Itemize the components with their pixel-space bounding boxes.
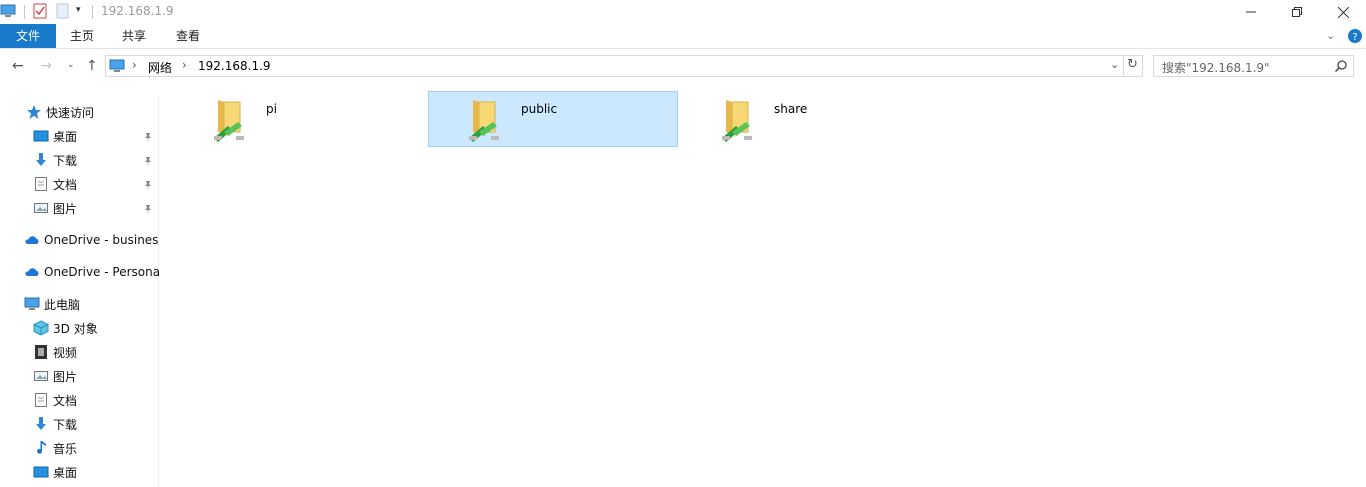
download-arrow-icon [36,417,46,430]
sidebar-item-pictures[interactable]: 图片 [33,196,77,220]
sidebar-item-downloads-pc[interactable]: 下载 [33,412,77,436]
refresh-icon[interactable]: ↻ [1127,57,1138,72]
sidebar-item-downloads[interactable]: 下载 [33,148,77,172]
sidebar-item-documents[interactable]: 文档 [33,172,77,196]
up-button[interactable]: ↑ [86,58,98,74]
minimize-button[interactable] [1228,0,1274,24]
cube-3d-icon [33,320,49,336]
sidebar-item-quick-access[interactable]: 快速访问 [26,100,94,124]
pin-icon[interactable] [143,180,153,190]
separator [24,5,25,19]
sidebar-item-desktop-pc[interactable]: 桌面 [33,460,77,484]
star-icon [27,105,41,119]
pin-icon[interactable] [143,132,153,142]
restore-icon [1292,7,1302,17]
tab-file[interactable]: 文件 [0,24,56,48]
tab-share[interactable]: 共享 [110,24,158,48]
arrow-up-icon: ↑ [86,58,98,74]
navigation-bar: ← → ⌄ ↑ › 网络 › 192.168.1.9 ⌄ ↻ 搜索"192.16… [0,52,1366,80]
sidebar-item-music[interactable]: 音乐 [33,436,77,460]
address-dropdown-icon[interactable]: ⌄ [1110,58,1119,71]
share-item-share[interactable]: share [682,92,932,148]
close-button[interactable] [1320,0,1366,24]
restore-button[interactable] [1274,0,1320,24]
download-arrow-icon [36,153,46,166]
item-name: pi [266,102,277,116]
sidebar-item-onedrive-personal[interactable]: OneDrive - Persona [24,260,160,284]
forward-button[interactable]: → [40,58,52,74]
pin-icon[interactable] [143,156,153,166]
back-button[interactable]: ← [12,58,24,74]
separator [1123,56,1124,76]
sidebar-item-documents-pc[interactable]: 文档 [33,388,77,412]
new-folder-icon[interactable] [56,3,70,19]
document-icon [35,177,47,191]
arrow-left-icon: ← [12,58,24,74]
cloud-icon [25,268,39,276]
desktop-icon [33,466,49,478]
sidebar-item-this-pc[interactable]: 此电脑 [24,292,80,316]
sidebar-item-videos[interactable]: 视频 [33,340,77,364]
tab-view[interactable]: 查看 [164,24,212,48]
sidebar-item-desktop[interactable]: 桌面 [33,124,77,148]
window-title: 192.168.1.9 [101,4,174,18]
expand-ribbon-icon[interactable]: ⌄ [1326,29,1335,42]
breadcrumb-network[interactable]: 网络 [148,59,172,76]
item-name: public [521,102,558,116]
chevron-right-icon[interactable]: › [132,58,137,72]
pictures-icon [34,371,48,381]
document-icon [35,393,47,407]
address-bar[interactable]: › 网络 › 192.168.1.9 ⌄ ↻ [105,55,1143,77]
chevron-right-icon[interactable]: › [182,58,187,72]
music-note-icon [37,441,46,454]
pictures-icon [34,203,48,213]
file-list: pi public share [159,82,1366,487]
film-icon [35,345,47,359]
shared-folder-icon [469,100,499,142]
computer-icon [24,297,40,310]
sidebar-item-onedrive-business[interactable]: OneDrive - busines [24,228,158,252]
cloud-icon [25,236,39,244]
svg-text:?: ? [1352,32,1357,43]
recent-locations-button[interactable]: ⌄ [67,60,75,70]
network-computer-icon [109,59,125,72]
shared-folder-icon [722,100,752,142]
close-icon [1337,6,1349,18]
separator [92,5,93,19]
share-item-public[interactable]: public [428,91,678,147]
item-name: share [774,102,808,116]
computer-icon[interactable] [0,4,16,18]
customize-quick-access-icon[interactable]: ▾ [76,5,81,15]
title-bar: ▾ 192.168.1.9 [0,0,1366,24]
share-item-pi[interactable]: pi [174,92,424,148]
shared-folder-icon [214,100,244,142]
arrow-right-icon: → [40,58,52,74]
breadcrumb-host[interactable]: 192.168.1.9 [198,59,271,73]
sidebar-item-pictures-pc[interactable]: 图片 [33,364,77,388]
search-placeholder: 搜索"192.168.1.9" [1162,61,1270,75]
help-icon[interactable]: ? [1348,29,1362,43]
tab-home[interactable]: 主页 [58,24,106,48]
search-input[interactable]: 搜索"192.168.1.9" [1153,55,1354,77]
chevron-down-icon: ⌄ [67,60,75,70]
properties-icon[interactable] [33,3,47,19]
desktop-icon [33,130,49,142]
minimize-icon [1246,11,1256,13]
pin-icon[interactable] [143,204,153,214]
sidebar-item-3d-objects[interactable]: 3D 对象 [33,316,98,340]
search-icon[interactable] [1335,60,1347,72]
ribbon-tabs: 文件 主页 共享 查看 ⌄ ? [0,24,1366,49]
navigation-pane: 快速访问 桌面 下载 文档 图片 OneDrive - busines OneD… [0,96,160,487]
